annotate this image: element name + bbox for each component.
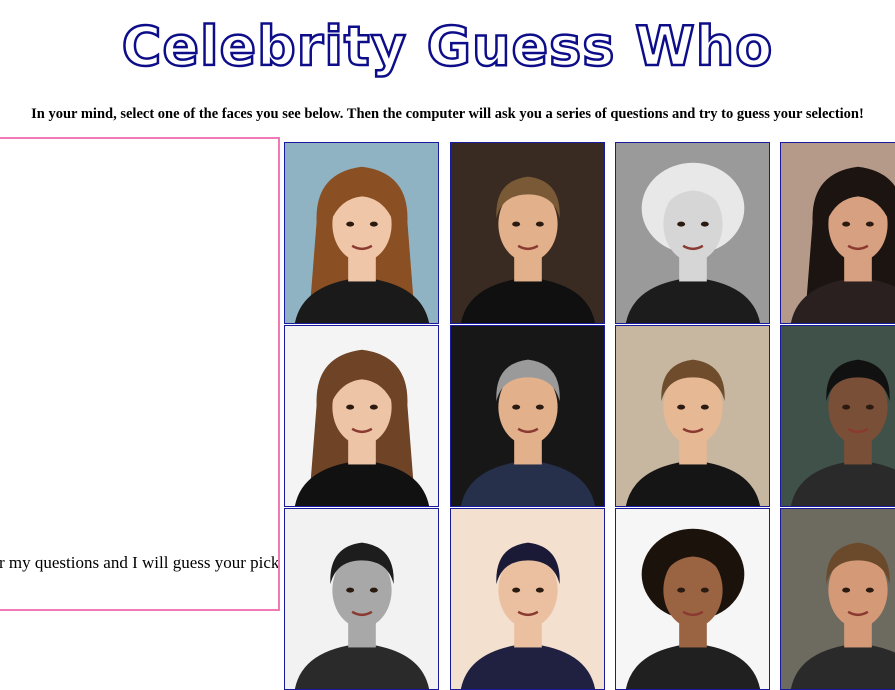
celebrity-photo-card[interactable] bbox=[780, 325, 895, 507]
question-panel: ver my questions and I will guess your p… bbox=[0, 137, 280, 611]
celebrity-photo bbox=[285, 326, 438, 506]
celebrity-photo-card[interactable] bbox=[615, 325, 770, 507]
celebrity-photo-card[interactable] bbox=[284, 508, 439, 690]
celebrity-photo-card[interactable] bbox=[780, 508, 895, 690]
celebrity-photo-grid bbox=[284, 142, 895, 690]
celebrity-photo-card[interactable] bbox=[450, 508, 605, 690]
celebrity-photo-card[interactable] bbox=[615, 508, 770, 690]
celebrity-photo bbox=[451, 326, 604, 506]
celebrity-photo bbox=[781, 509, 895, 689]
celebrity-photo-card[interactable] bbox=[450, 325, 605, 507]
celebrity-photo bbox=[616, 509, 769, 689]
celebrity-photo bbox=[451, 143, 604, 323]
celebrity-photo bbox=[285, 143, 438, 323]
celebrity-photo-card[interactable] bbox=[615, 142, 770, 324]
instructions-text: In your mind, select one of the faces yo… bbox=[31, 106, 864, 122]
celebrity-photo bbox=[451, 509, 604, 689]
celebrity-photo-card[interactable] bbox=[284, 325, 439, 507]
panel-prompt-text: ver my questions and I will guess your p… bbox=[0, 553, 280, 572]
page-title: Celebrity Guess Who bbox=[120, 14, 774, 80]
celebrity-photo bbox=[285, 509, 438, 689]
celebrity-photo-card[interactable] bbox=[284, 142, 439, 324]
celebrity-photo bbox=[781, 143, 895, 323]
celebrity-photo-card[interactable] bbox=[780, 142, 895, 324]
celebrity-photo bbox=[616, 143, 769, 323]
celebrity-photo bbox=[616, 326, 769, 506]
celebrity-photo-card[interactable] bbox=[450, 142, 605, 324]
celebrity-photo bbox=[781, 326, 895, 506]
